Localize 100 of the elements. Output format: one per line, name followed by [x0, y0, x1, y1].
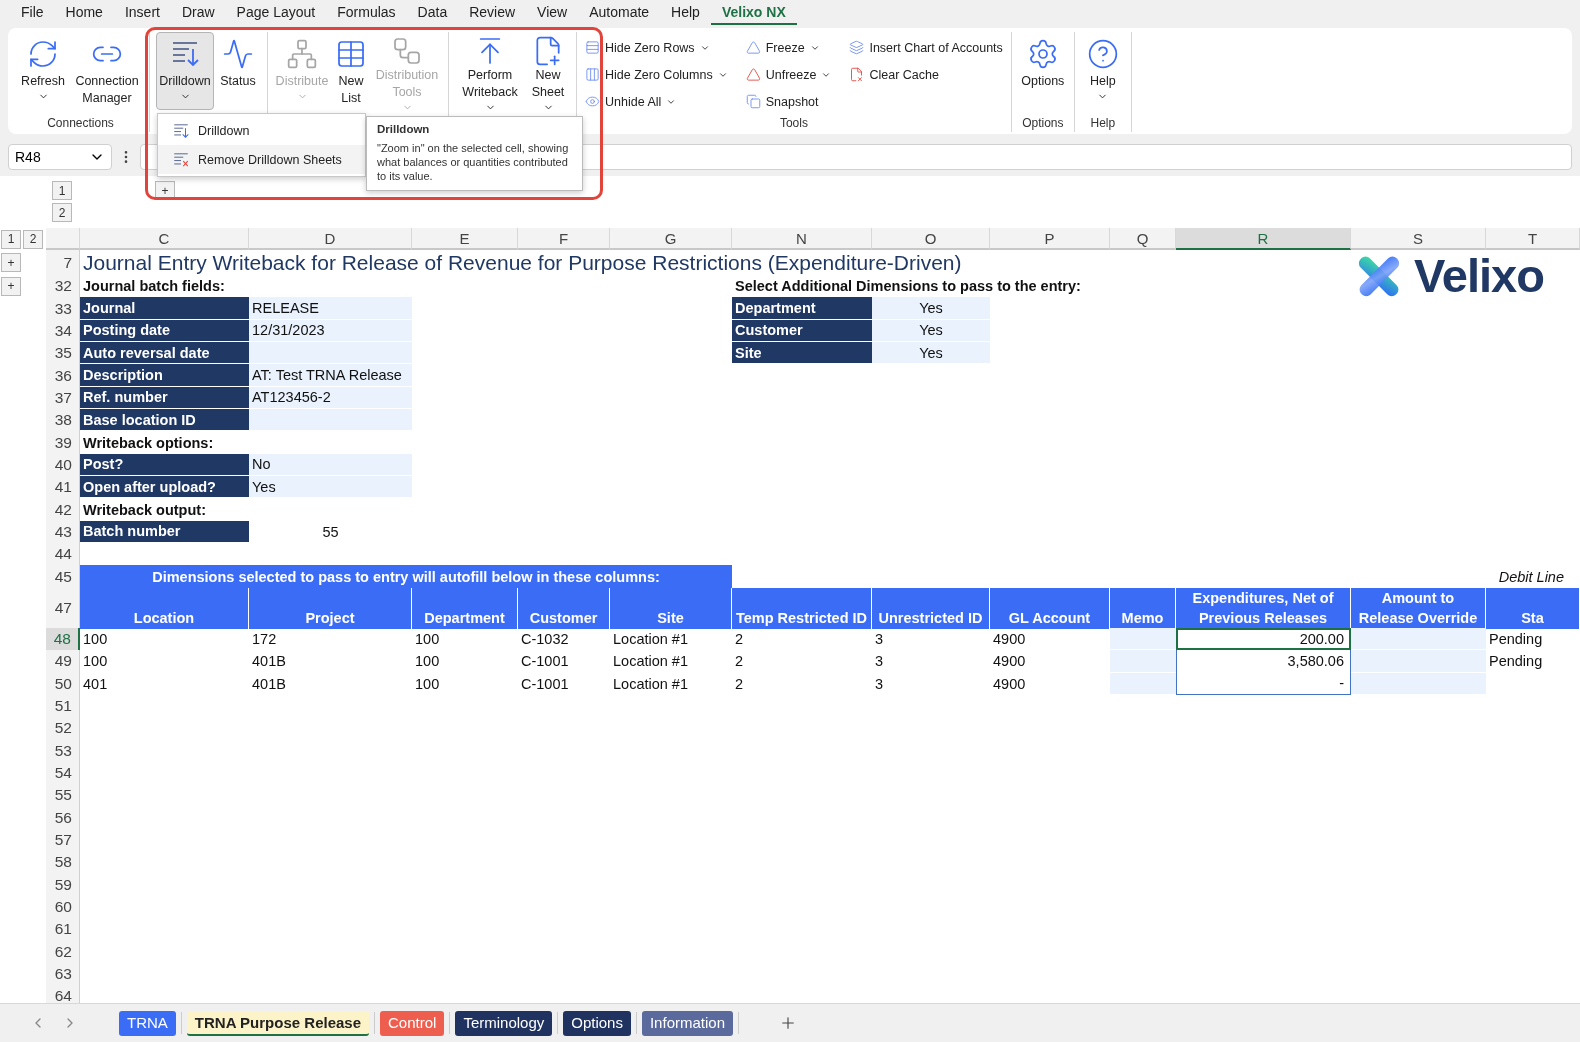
outline-level-button[interactable]: 1: [1, 229, 21, 249]
select-all-corner[interactable]: [46, 228, 80, 250]
menu-tab[interactable]: Automate: [578, 1, 661, 25]
field-value[interactable]: Yes: [872, 342, 990, 365]
field-value[interactable]: AT: Test TRNA Release: [249, 364, 412, 387]
ribbon-button[interactable]: Options: [1017, 32, 1068, 110]
menu-tab[interactable]: Help: [660, 1, 711, 25]
column-header[interactable]: S: [1351, 228, 1486, 250]
column-header[interactable]: Q: [1110, 228, 1176, 250]
column-header[interactable]: N: [732, 228, 872, 250]
ribbon-button[interactable]: Snapshot: [743, 88, 834, 115]
row-header[interactable]: 51: [46, 694, 80, 718]
ribbon-button[interactable]: Insert Chart of Accounts: [847, 34, 1005, 61]
field-value[interactable]: RELEASE: [249, 297, 412, 320]
outline-level-button[interactable]: 2: [52, 203, 72, 222]
menu-item[interactable]: Remove Drilldown Sheets: [158, 145, 365, 174]
row-header[interactable]: 57: [46, 828, 80, 852]
table-cell[interactable]: [1351, 627, 1486, 651]
column-header[interactable]: C: [80, 228, 249, 250]
ribbon-button[interactable]: Unfreeze: [743, 61, 834, 88]
row-header[interactable]: 35: [46, 342, 80, 365]
row-header[interactable]: 54: [46, 761, 80, 785]
menu-tab[interactable]: Velixo NX: [710, 1, 797, 25]
ribbon-button[interactable]: Hide Zero Columns: [583, 61, 730, 88]
row-header[interactable]: 55: [46, 784, 80, 807]
row-header[interactable]: 38: [46, 409, 80, 432]
row-header[interactable]: 53: [46, 739, 80, 762]
field-value[interactable]: Yes: [249, 476, 412, 499]
menu-tab[interactable]: Review: [458, 1, 527, 25]
row-header[interactable]: 63: [46, 962, 80, 986]
row-header[interactable]: 43: [46, 520, 80, 544]
row-header[interactable]: 33: [46, 297, 80, 320]
row-header[interactable]: 49: [46, 650, 80, 673]
menu-tab[interactable]: Insert: [113, 1, 171, 25]
row-header[interactable]: 60: [46, 895, 80, 919]
row-header[interactable]: 7: [46, 250, 80, 275]
ribbon-button[interactable]: New List: [331, 32, 371, 110]
table-cell[interactable]: [1110, 627, 1176, 651]
expand-button[interactable]: +: [1, 253, 21, 272]
row-header[interactable]: 37: [46, 386, 80, 410]
row-header[interactable]: 32: [46, 275, 80, 298]
ribbon-button[interactable]: Freeze: [743, 34, 834, 61]
sheet-tab[interactable]: TRNA: [119, 1010, 176, 1036]
ribbon-button[interactable]: Clear Cache: [847, 61, 1005, 88]
column-header[interactable]: E: [412, 228, 518, 250]
field-value[interactable]: [249, 409, 412, 432]
field-value[interactable]: Yes: [872, 297, 990, 320]
row-header[interactable]: 44: [46, 543, 80, 566]
row-header[interactable]: 64: [46, 985, 80, 1003]
field-value[interactable]: AT123456-2: [249, 386, 412, 410]
table-cell[interactable]: [1110, 650, 1176, 673]
column-header[interactable]: P: [990, 228, 1110, 250]
ribbon-button[interactable]: Unhide All: [583, 88, 730, 115]
table-cell[interactable]: [1351, 672, 1486, 695]
field-value[interactable]: 12/31/2023: [249, 319, 412, 343]
menu-tab[interactable]: View: [526, 1, 579, 25]
menu-tab[interactable]: Home: [54, 1, 114, 25]
ribbon-button[interactable]: Perform Writeback: [457, 32, 523, 110]
row-header[interactable]: 52: [46, 717, 80, 740]
menu-item[interactable]: Drilldown: [158, 116, 365, 145]
table-cell[interactable]: [1110, 672, 1176, 695]
sheet-tab[interactable]: Information: [641, 1010, 733, 1036]
row-header[interactable]: 50: [46, 672, 80, 695]
row-header[interactable]: 39: [46, 431, 80, 454]
name-box[interactable]: R48: [8, 144, 112, 170]
ribbon-button[interactable]: Drilldown: [156, 32, 214, 110]
column-header[interactable]: G: [610, 228, 732, 250]
field-value[interactable]: No: [249, 453, 412, 477]
row-header[interactable]: 47: [46, 587, 80, 629]
column-header[interactable]: O: [872, 228, 990, 250]
row-header[interactable]: 42: [46, 498, 80, 521]
field-value[interactable]: [249, 342, 412, 365]
sheet-tab[interactable]: Terminology: [455, 1010, 553, 1036]
ribbon-button[interactable]: Hide Zero Rows: [583, 34, 730, 61]
add-sheet-button[interactable]: [779, 1014, 797, 1032]
table-cell[interactable]: [1351, 650, 1486, 673]
expand-button[interactable]: +: [1, 276, 21, 296]
row-header[interactable]: 40: [46, 453, 80, 477]
menu-tab[interactable]: Data: [406, 1, 459, 25]
row-header[interactable]: 61: [46, 918, 80, 941]
ribbon-button[interactable]: New Sheet: [526, 32, 570, 110]
outline-level-button[interactable]: 1: [52, 181, 72, 200]
row-header[interactable]: 45: [46, 565, 80, 588]
row-header[interactable]: 62: [46, 940, 80, 963]
outline-level-button[interactable]: 2: [23, 229, 43, 249]
row-header[interactable]: 41: [46, 476, 80, 499]
ribbon-button[interactable]: Help: [1080, 32, 1125, 110]
column-header[interactable]: R: [1176, 228, 1351, 250]
ribbon-button[interactable]: Refresh: [18, 32, 68, 110]
row-header[interactable]: 59: [46, 873, 80, 896]
row-header[interactable]: 58: [46, 851, 80, 874]
menu-tab[interactable]: File: [10, 1, 55, 25]
menu-tab[interactable]: Formulas: [326, 1, 407, 25]
column-header[interactable]: T: [1486, 228, 1580, 250]
row-header[interactable]: 56: [46, 806, 80, 829]
column-header[interactable]: F: [518, 228, 610, 250]
column-header[interactable]: D: [249, 228, 412, 250]
row-header[interactable]: 36: [46, 364, 80, 387]
menu-tab[interactable]: Page Layout: [225, 1, 327, 25]
sheet-tab[interactable]: TRNA Purpose Release: [186, 1010, 369, 1036]
